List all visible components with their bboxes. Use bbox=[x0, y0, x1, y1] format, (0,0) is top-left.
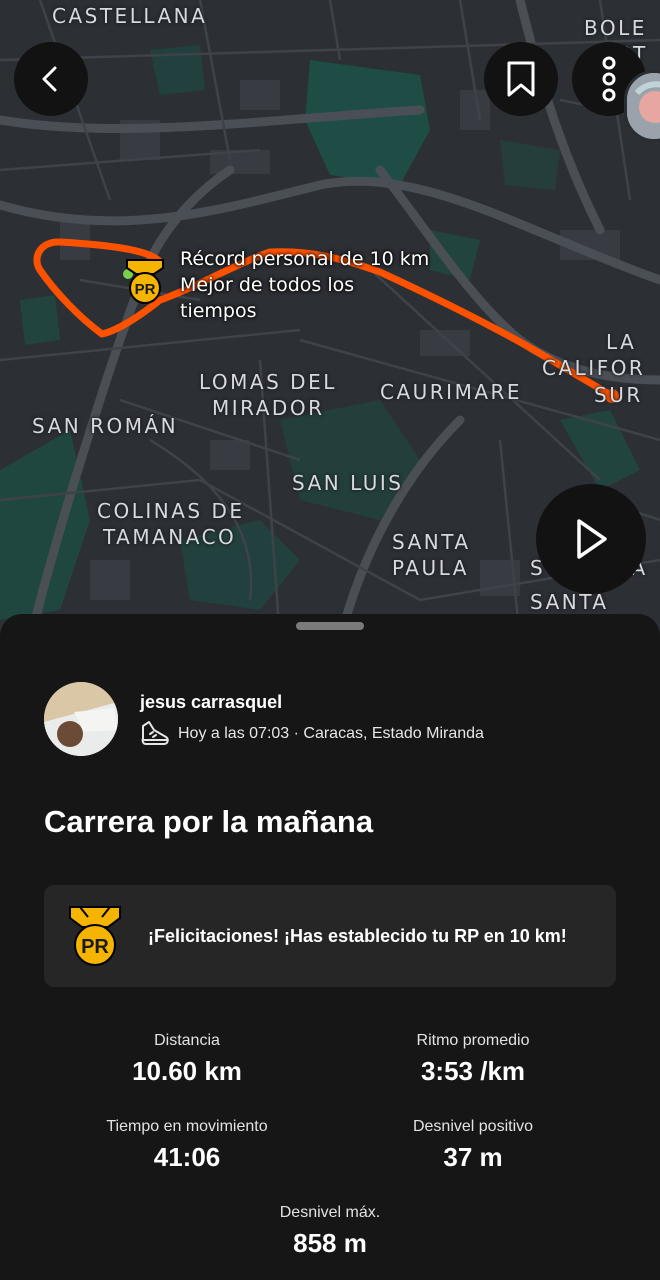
map-label-castellana: CASTELLANA bbox=[52, 4, 208, 28]
map-label-mirador: MIRADOR bbox=[212, 396, 325, 420]
athlete-photo bbox=[44, 682, 118, 756]
stat-moving-time-value: 41:06 bbox=[153, 1142, 221, 1172]
stat-avg-pace-label: Ritmo promedio bbox=[416, 1032, 530, 1049]
stat-elev-gain-value: 37 m bbox=[443, 1142, 503, 1172]
map-label-lomas: LOMAS DEL bbox=[199, 370, 337, 394]
athlete-name[interactable]: jesus carrasquel bbox=[140, 692, 282, 713]
pr-callout-line1: Récord personal de 10 km bbox=[180, 248, 430, 270]
back-button[interactable] bbox=[14, 42, 88, 116]
pr-map-marker[interactable]: PR bbox=[122, 258, 168, 311]
map-label-san-roman: SAN ROMÁN bbox=[32, 414, 179, 438]
chevron-left-icon bbox=[42, 66, 57, 92]
stat-max-elev-label: Desnivel máx. bbox=[279, 1204, 381, 1221]
map-label-califor: CALIFOR bbox=[542, 356, 646, 380]
map-label-bole: BOLE bbox=[584, 16, 647, 40]
more-vertical-icon bbox=[602, 56, 616, 102]
pr-callout-line2: Mejor de todos los bbox=[180, 274, 355, 296]
pr-medal-text: PR bbox=[81, 936, 109, 958]
map-label-santa-paula-1: SANTA bbox=[392, 530, 471, 554]
congrats-text: ¡Felicitaciones! ¡Has establecido tu RP … bbox=[148, 925, 567, 946]
map-label-santa-paula-2: PAULA bbox=[392, 556, 469, 580]
athlete-avatar[interactable] bbox=[44, 682, 118, 756]
bookmark-icon bbox=[507, 61, 535, 97]
pr-congrats-card[interactable]: PR ¡Felicitaciones! ¡Has establecido tu … bbox=[44, 885, 616, 987]
map-label-caurimare: CAURIMARE bbox=[380, 380, 523, 404]
map-label-sur: SUR bbox=[594, 383, 643, 407]
map-label-san-luis: SAN LUIS bbox=[292, 471, 404, 495]
avatar-image bbox=[627, 73, 660, 139]
play-icon bbox=[577, 519, 607, 559]
running-shoe-icon bbox=[141, 721, 169, 745]
stat-elev-gain: Desnivel positivo 37 m bbox=[323, 1118, 623, 1173]
stat-max-elev-value: 858 m bbox=[293, 1228, 367, 1258]
pr-callout-line3: tiempos bbox=[180, 300, 257, 322]
activity-sheet: jesus carrasquel Hoy a las 07:03 · Carac… bbox=[0, 614, 660, 1280]
activity-title: Carrera por la mañana bbox=[44, 804, 374, 839]
stat-moving-time-label: Tiempo en movimiento bbox=[106, 1118, 268, 1135]
map-label-colinas: COLINAS DE bbox=[97, 499, 245, 523]
pr-marker-text: PR bbox=[135, 281, 156, 298]
play-flyover-button[interactable] bbox=[536, 484, 646, 594]
stat-avg-pace-value: 3:53 /km bbox=[420, 1056, 526, 1086]
stat-moving-time: Tiempo en movimiento 41:06 bbox=[37, 1118, 337, 1173]
stat-elev-gain-label: Desnivel positivo bbox=[412, 1118, 534, 1135]
activity-map[interactable]: CASTELLANA BOLE RT LA CALIFOR SUR LOMAS … bbox=[0, 0, 660, 640]
activity-time-location: Hoy a las 07:03 · Caracas, Estado Mirand… bbox=[178, 725, 484, 742]
pr-callout: Récord personal de 10 km Mejor de todos … bbox=[180, 246, 429, 324]
bookmark-button[interactable] bbox=[484, 42, 558, 116]
stat-distance-label: Distancia bbox=[154, 1032, 220, 1049]
activity-meta: Hoy a las 07:03 · Caracas, Estado Mirand… bbox=[140, 720, 484, 748]
stat-max-elev: Desnivel máx. 858 m bbox=[180, 1204, 480, 1259]
pr-medal-icon: PR bbox=[69, 906, 121, 966]
pr-medal-icon: PR bbox=[123, 259, 164, 304]
stat-distance: Distancia 10.60 km bbox=[37, 1032, 337, 1087]
map-label-tamanaco: TAMANACO bbox=[103, 525, 237, 549]
map-label-santa: SANTA bbox=[530, 590, 609, 614]
sheet-grabber[interactable] bbox=[296, 622, 364, 630]
map-label-la: LA bbox=[606, 330, 637, 354]
stat-avg-pace: Ritmo promedio 3:53 /km bbox=[323, 1032, 623, 1087]
stat-distance-value: 10.60 km bbox=[132, 1056, 242, 1086]
